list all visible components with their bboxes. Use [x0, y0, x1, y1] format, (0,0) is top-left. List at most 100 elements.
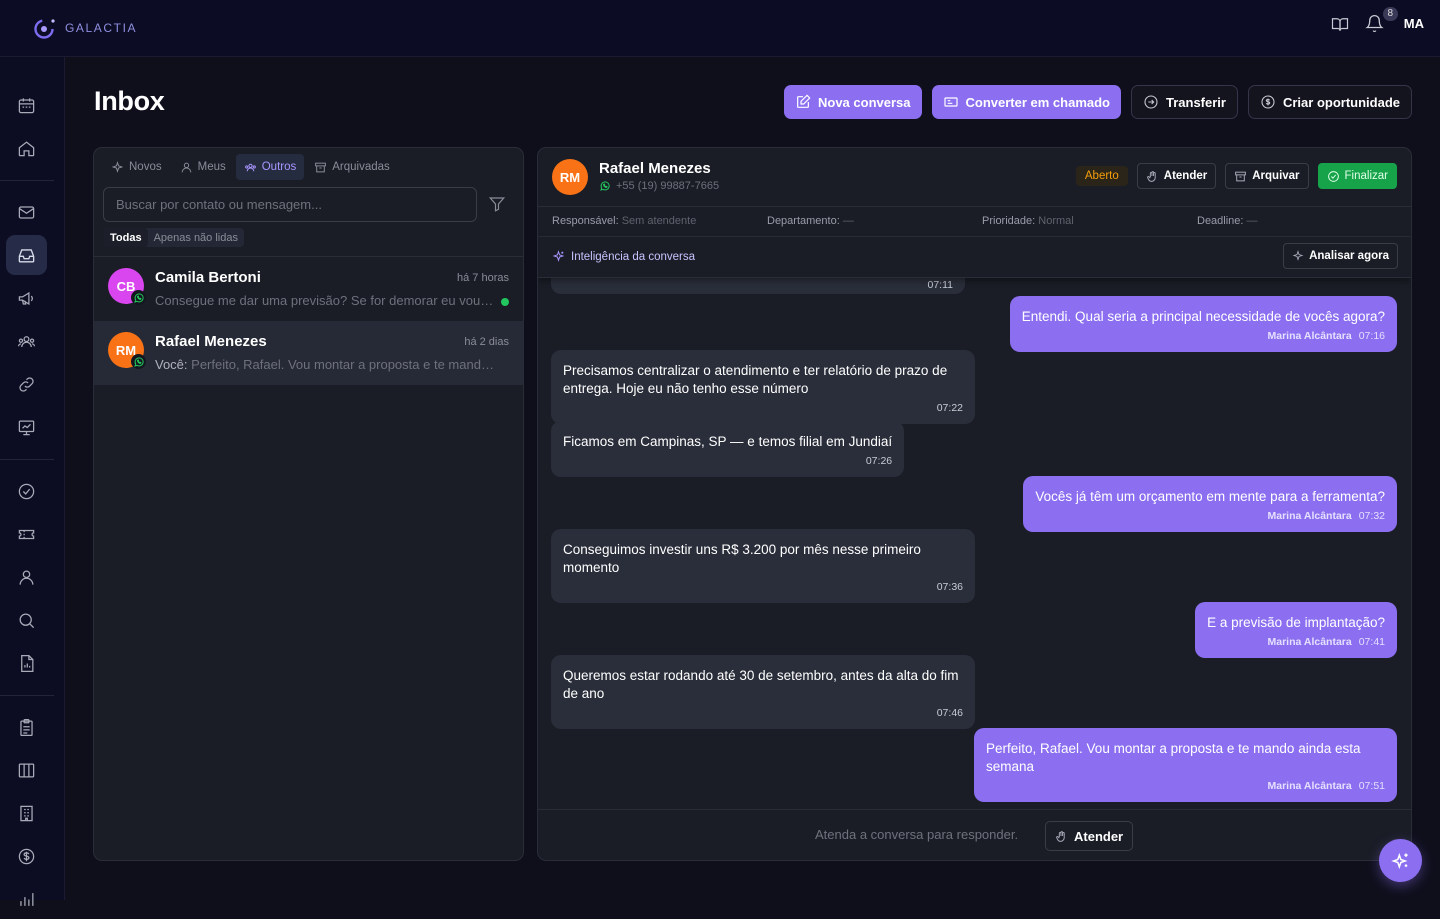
inbox-icon[interactable] [6, 235, 47, 275]
create-opportunity-button[interactable]: Criar oportunidade [1247, 85, 1412, 119]
contact-phone: +55 (19) 99887-7665 [599, 180, 719, 192]
filter-icon [488, 197, 506, 212]
building-icon[interactable] [6, 793, 47, 833]
page-actions: Nova conversa Converter em chamado Trans… [784, 85, 1412, 119]
convert-ticket-label: Converter em chamado [965, 94, 1111, 110]
filter-all[interactable]: Todas [104, 228, 148, 247]
top-bar: GALACTIA 8 MA [0, 0, 1440, 57]
link-icon[interactable] [6, 364, 47, 404]
transfer-button[interactable]: Transferir [1131, 85, 1238, 119]
conversation-preview: Consegue me dar uma previsão? Se for dem… [155, 293, 495, 308]
chat-header: RM Rafael Menezes +55 (19) 99887-7665 Ab… [538, 148, 1411, 207]
conversation-time: há 2 dias [464, 336, 509, 348]
tab-arquivadas[interactable]: Arquivadas [306, 154, 398, 180]
convert-ticket-button[interactable]: Converter em chamado [931, 85, 1121, 119]
status-badge: Aberto [1075, 166, 1128, 186]
archive-icon [1235, 171, 1247, 181]
hand-icon [1146, 170, 1156, 182]
whatsapp-icon [131, 354, 146, 369]
message-text: Precisamos centralizar o atendimento e t… [563, 363, 948, 396]
message-thread: 07:11 Entendi. Qual seria a principal ne… [538, 278, 1411, 809]
notifications-button[interactable]: 8 [1365, 7, 1398, 33]
check-circle-icon [1327, 170, 1339, 182]
message-text: Perfeito, Rafael. Vou montar a proposta … [986, 741, 1361, 774]
ai-assistant-button[interactable] [1379, 839, 1422, 882]
message-author: Marina Alcântara [1267, 330, 1352, 342]
bar-chart-icon[interactable] [6, 879, 47, 919]
conversation-item[interactable]: CB Camila Bertoni há 7 horas Consegue me… [94, 257, 523, 321]
user-icon[interactable] [6, 557, 47, 597]
message-outgoing: Entendi. Qual seria a principal necessid… [1009, 296, 1397, 352]
whatsapp-icon [600, 181, 610, 191]
clipboard-icon[interactable] [6, 707, 47, 747]
finish-button[interactable]: Finalizar [1317, 163, 1397, 189]
message-outgoing: Perfeito, Rafael. Vou montar a proposta … [974, 728, 1397, 802]
megaphone-icon[interactable] [6, 278, 47, 318]
meta-department: Departamento: — [767, 215, 854, 227]
conversation-item-selected[interactable]: RM Rafael Menezes há 2 dias Você: Perfei… [94, 321, 523, 385]
kanban-icon[interactable] [6, 750, 47, 790]
unread-dot [501, 298, 509, 306]
preview-prefix: Você: [155, 357, 188, 372]
message-time: 07:22 [936, 402, 963, 414]
message-text: Vocês já têm um orçamento em mente para … [1035, 489, 1385, 504]
tab-label: Meus [197, 161, 226, 173]
tab-label: Outros [261, 161, 297, 173]
archive-icon [315, 162, 327, 172]
finish-label: Finalizar [1344, 170, 1388, 182]
message-time: 07:32 [1358, 510, 1385, 522]
sidebar-nav [0, 57, 65, 906]
contact-name: Camila Bertoni [155, 269, 261, 286]
composer-hint: Atenda a conversa para responder. [815, 827, 1019, 842]
user-avatar[interactable]: MA [1404, 16, 1424, 31]
calendar-icon[interactable] [6, 85, 47, 125]
message-incoming: 07:11 [551, 278, 965, 294]
edit-icon [797, 94, 811, 108]
analytics-icon[interactable] [6, 407, 47, 447]
archive-button[interactable]: Arquivar [1225, 163, 1309, 189]
tab-label: Arquivadas [332, 161, 390, 173]
report-icon[interactable] [6, 643, 47, 683]
attend-label: Atender [1163, 170, 1208, 182]
read-filter-toggle: Todas Apenas não lidas [104, 228, 244, 247]
message-text: Queremos estar rodando até 30 de setembr… [563, 668, 959, 701]
preview-text: Perfeito, Rafael. Vou montar a proposta … [191, 357, 495, 372]
check-circle-icon[interactable] [6, 471, 47, 511]
new-conversation-button[interactable]: Nova conversa [784, 85, 922, 119]
contact-avatar: RM [552, 159, 588, 195]
home-icon[interactable] [6, 128, 47, 168]
chat-header-actions: Aberto Atender Arquivar Finalizar [1075, 163, 1397, 189]
tab-meus[interactable]: Meus [172, 154, 234, 180]
tab-outros[interactable]: Outros [235, 154, 305, 180]
docs-book-icon[interactable] [1331, 15, 1349, 33]
message-outgoing: Vocês já têm um orçamento em mente para … [1023, 476, 1397, 532]
users-icon [244, 163, 256, 171]
new-conversation-label: Nova conversa [818, 94, 911, 110]
filter-button[interactable] [488, 195, 506, 213]
sparkle-icon [111, 160, 124, 173]
message-text: Entendi. Qual seria a principal necessid… [1021, 309, 1385, 324]
message-author: Marina Alcântara [1267, 780, 1352, 792]
contact-name: Rafael Menezes [155, 333, 267, 350]
message-time: 07:36 [936, 581, 963, 593]
notification-count-badge: 8 [1382, 7, 1398, 21]
ticket-icon[interactable] [6, 514, 47, 554]
contact-name: Rafael Menezes [599, 160, 711, 177]
tab-novos[interactable]: Novos [103, 154, 170, 180]
message-incoming: Conseguimos investir uns R$ 3.200 por mê… [551, 529, 975, 603]
filter-unread[interactable]: Apenas não lidas [148, 228, 244, 247]
conversation-time: há 7 horas [457, 272, 509, 284]
composer-attend-button[interactable]: Atender [1045, 821, 1134, 851]
message-time: 07:26 [865, 455, 893, 467]
team-icon[interactable] [6, 321, 47, 361]
dollar-icon[interactable] [6, 836, 47, 876]
ticket-icon [943, 97, 958, 107]
analyze-now-button[interactable]: Analisar agora [1283, 243, 1398, 269]
search-icon[interactable] [6, 600, 47, 640]
mail-icon[interactable] [6, 192, 47, 232]
search-input[interactable]: Buscar por contato ou mensagem... [103, 187, 477, 222]
message-incoming: Ficamos em Campinas, SP — e temos filial… [551, 421, 905, 477]
brand-logo[interactable]: GALACTIA [32, 15, 137, 41]
attend-button[interactable]: Atender [1136, 163, 1217, 189]
create-opportunity-label: Criar oportunidade [1282, 94, 1400, 110]
